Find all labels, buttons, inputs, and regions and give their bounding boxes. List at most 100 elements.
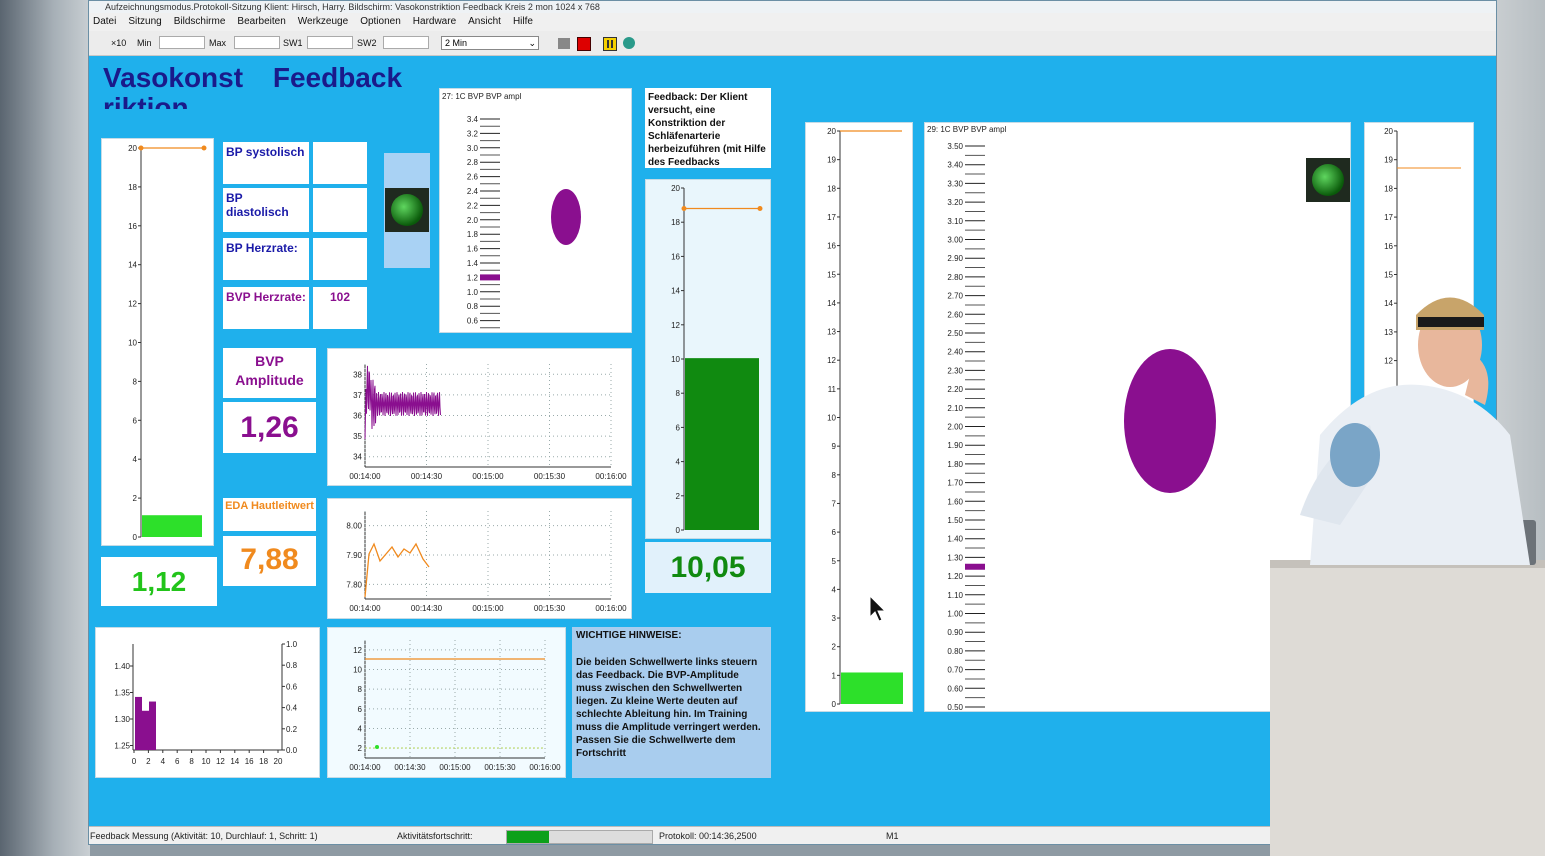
x-tick-label: 00:15:30	[534, 604, 566, 613]
histogram-chart: 1.40 1.35 1.30 1.25 1.0 0.8 0.6 0.4 0.2 0.0 0 2 4 6 8 1…	[95, 627, 320, 778]
level-marker	[965, 563, 985, 570]
current-point	[375, 745, 379, 749]
tick-label: 2.60	[947, 310, 963, 319]
menu-hardware[interactable]: Hardware	[413, 13, 456, 31]
notes-body: Die beiden Schwellwerte links steuern da…	[576, 657, 761, 759]
y-tick-label: 1.25	[114, 742, 130, 751]
tick-label: 3	[832, 614, 837, 623]
min-input[interactable]	[159, 36, 205, 49]
timeframe-select[interactable]: 2 Min ⌄	[441, 36, 539, 50]
histogram-bar	[135, 696, 142, 750]
bp-heartrate-value	[313, 238, 367, 280]
tick-label: 2.4	[467, 187, 479, 196]
tick-label: 0	[133, 533, 138, 542]
right-bar-chart: 0 1 2 3 4 5 6 7 8 9 10 11 12 13 14 15 16 17 18 19 20	[805, 122, 913, 712]
y-tick-label: 7.90	[346, 551, 362, 560]
x-tick-label: 0	[132, 757, 137, 766]
tick-label: 2.10	[947, 404, 963, 413]
y-tick-label: 8.00	[346, 522, 362, 531]
bp-diastolic-value	[313, 188, 367, 232]
sw1-input[interactable]	[307, 36, 353, 49]
tick-label: 9	[832, 442, 837, 451]
menu-ansicht[interactable]: Ansicht	[468, 13, 501, 31]
x-tick-label: 4	[161, 757, 166, 766]
sw2-input[interactable]	[383, 36, 429, 49]
bvp-amplitude-title: BVP Amplitude	[223, 348, 316, 398]
tick-label: 0.6	[467, 317, 479, 326]
bvp-trend-svg: 00:14:00 00:14:30 00:15:00 00:15:30 00:16:00…	[349, 364, 627, 481]
scale-title: 27: 1C BVP BVP ampl	[442, 92, 522, 101]
eda-trend-svg: 00:14:00 00:14:30 00:15:00 00:15:30 00:16:00…	[346, 511, 627, 613]
tick-label: 3.4	[467, 115, 479, 124]
menu-werkzeuge[interactable]: Werkzeuge	[298, 13, 348, 31]
min-label: Min	[137, 38, 152, 48]
tick-label: 3.40	[947, 161, 963, 170]
toolbar: ×10 Min Max SW1 SW2 2 Min ⌄	[89, 31, 1496, 56]
status-protocol: Protokoll: 00:14:36,2500	[659, 831, 757, 841]
tick-label: 2.90	[947, 254, 963, 263]
tick-label: 1.20	[947, 572, 963, 581]
menu-datei[interactable]: Datei	[93, 13, 116, 31]
tick-label: 2	[133, 494, 138, 503]
tick-label: 20	[128, 144, 137, 153]
tick-label: 1.2	[467, 273, 479, 282]
tick-label: 16	[671, 252, 680, 261]
x-tick-label: 12	[216, 757, 225, 766]
tick-label: 7	[832, 499, 837, 508]
tick-label: 1.90	[947, 441, 963, 450]
bar	[685, 358, 759, 530]
y-tick-label: 6	[358, 705, 363, 714]
tick-label: 2.8	[467, 158, 479, 167]
tick-label: 2.30	[947, 366, 963, 375]
y-tick-label: 34	[353, 453, 362, 462]
tick-label: 20	[827, 127, 836, 136]
x-tick-label: 00:14:30	[411, 472, 443, 481]
tick-label: 3.30	[947, 179, 963, 188]
y-right-tick-label: 0.0	[286, 746, 298, 755]
green-bar-chart: 0 2 4 6 8 10 12 14 16 18 20	[645, 179, 771, 539]
x-tick-label: 18	[259, 757, 268, 766]
x-tick-label: 00:15:30	[484, 763, 516, 772]
pause-icon[interactable]	[603, 37, 617, 51]
tick-label: 18	[128, 183, 137, 192]
y-tick-label: 12	[353, 646, 362, 655]
tick-label: 10	[827, 414, 836, 423]
level-marker	[480, 274, 500, 281]
tick-label: 4	[832, 585, 837, 594]
menu-sitzung[interactable]: Sitzung	[128, 13, 161, 31]
x-tick-label: 10	[202, 757, 211, 766]
background-left	[0, 0, 90, 856]
x10-label[interactable]: ×10	[111, 38, 126, 48]
tick-label: 4	[133, 455, 138, 464]
tick-label: 8	[832, 471, 837, 480]
tick-label: 18	[671, 218, 680, 227]
title-line1: Vasokonst	[103, 63, 244, 93]
settings-gear-icon[interactable]	[623, 37, 635, 49]
notes-title: WICHTIGE HINWEISE:	[576, 630, 682, 641]
menu-hilfe[interactable]: Hilfe	[513, 13, 533, 31]
bar	[841, 672, 903, 704]
max-input[interactable]	[234, 36, 280, 49]
scale-title: 29: 1C BVP BVP ampl	[927, 125, 1007, 134]
menu-bildschirme[interactable]: Bildschirme	[174, 13, 226, 31]
tick-label: 1.60	[947, 497, 963, 506]
feedback-note: Feedback: Der Klient versucht, eine Kons…	[645, 88, 771, 168]
menu-bearbeiten[interactable]: Bearbeiten	[237, 13, 285, 31]
tick-label: 0.90	[947, 628, 963, 637]
y-tick-label: 1.40	[114, 662, 130, 671]
x-tick-label: 00:14:00	[349, 604, 381, 613]
title-line2: Feedback	[272, 63, 403, 93]
tick-label: 13	[827, 328, 836, 337]
tick-label: 1.00	[947, 610, 963, 619]
record-icon[interactable]	[577, 37, 591, 51]
menu-optionen[interactable]: Optionen	[360, 13, 401, 31]
y-right-tick-label: 1.0	[286, 640, 298, 649]
tick-label: 0.80	[947, 647, 963, 656]
tick-label: 2.00	[947, 423, 963, 432]
stop-gray-icon[interactable]	[558, 38, 570, 49]
activity-progress-fill	[507, 831, 550, 843]
x-tick-label: 14	[230, 757, 239, 766]
tick-label: 12	[128, 300, 137, 309]
y-tick-label: 36	[353, 412, 362, 421]
bvp-heartrate-value: 102	[313, 287, 367, 329]
